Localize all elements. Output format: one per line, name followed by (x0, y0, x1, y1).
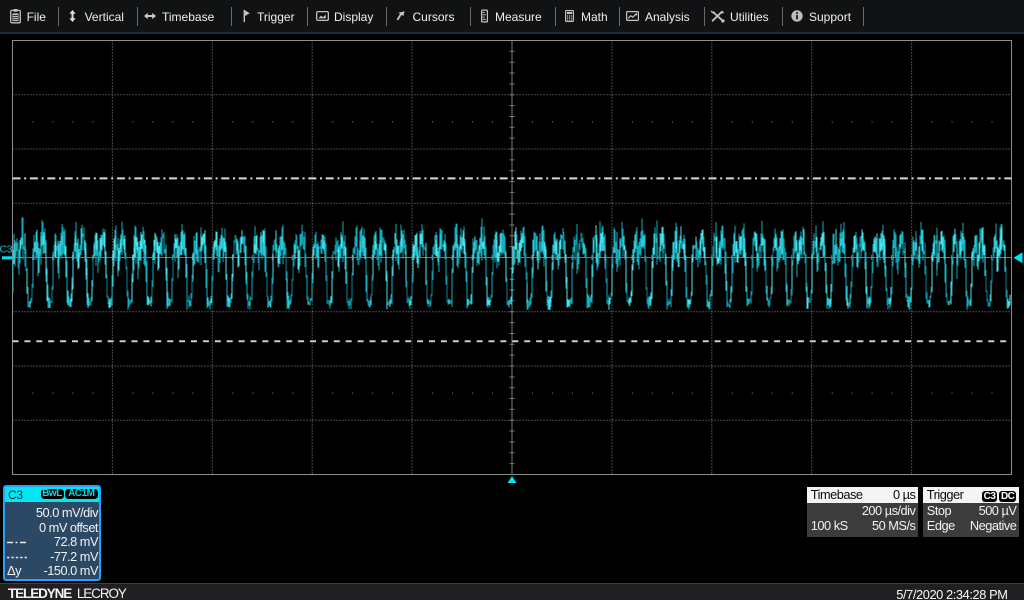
svg-text:C3: C3 (0, 244, 13, 256)
